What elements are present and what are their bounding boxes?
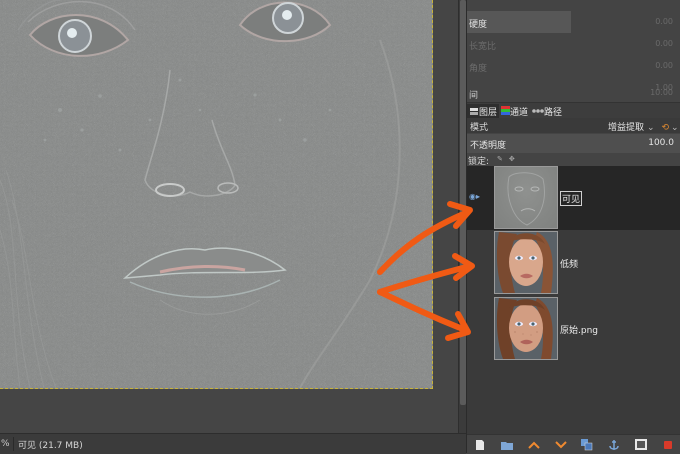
layers-toolbar (467, 434, 680, 454)
layer-row-low-frequency[interactable]: 低频 (467, 231, 680, 295)
new-layer-group-button[interactable] (499, 438, 515, 452)
layer-name[interactable]: 低频 (560, 257, 578, 270)
mode-switch-icon[interactable]: ⟲ (661, 123, 669, 133)
high-pass-thumbnail-image (507, 172, 545, 226)
opacity-label: 不透明度 (470, 141, 507, 151)
duplicate-layer-icon (581, 438, 593, 450)
layer-thumbnail (494, 231, 558, 294)
layer-mode-dropdown[interactable]: 增益提取 ⌄ ⟲ ⌄ (608, 120, 679, 133)
chevron-down-icon: ⌄ (670, 123, 679, 133)
lock-position-icon[interactable]: ✥ (509, 155, 521, 163)
tab-layers-label: 图层 (479, 107, 498, 118)
canvas-area[interactable] (0, 0, 458, 433)
tab-layers[interactable]: 图层 (467, 103, 500, 119)
tab-paths-label: 路径 (544, 107, 563, 118)
dock-tab-bar: 图层 通道 路径 (467, 102, 680, 119)
brush-option-row[interactable]: 间 10.00 (467, 88, 680, 102)
brush-option-row[interactable]: 角度 0.00 (467, 55, 680, 77)
brush-option-value: 10.00 (650, 88, 673, 97)
status-separator (13, 437, 14, 451)
new-layer-button[interactable] (472, 438, 488, 452)
zoom-percent-fragment[interactable]: % (0, 439, 11, 449)
brush-option-row[interactable]: 0.00 (467, 11, 680, 33)
opacity-slider[interactable]: 不透明度 100.0 (467, 134, 680, 153)
delete-layer-icon (663, 440, 672, 449)
layer-mode-row: 模式 增益提取 ⌄ ⟲ ⌄ (467, 118, 680, 133)
image-canvas[interactable] (0, 0, 433, 389)
layer-name[interactable]: 原始.png (560, 323, 598, 336)
tab-paths[interactable]: 路径 (530, 104, 564, 119)
layer-row-original[interactable]: 原始.png (467, 297, 680, 361)
chevron-down-icon: ⌄ (647, 123, 655, 133)
status-text: 可见 (21.7 MB) (18, 440, 83, 451)
new-layer-icon (476, 439, 485, 450)
raise-layer-button[interactable] (526, 438, 542, 452)
layer-mode-value: 增益提取 (608, 123, 645, 133)
lock-pixels-icon[interactable]: ✎ (497, 155, 509, 163)
layer-mask-icon (634, 439, 647, 450)
brush-option-value: 0.00 (655, 61, 673, 70)
layer-mask-button[interactable] (633, 438, 649, 452)
brush-option-label: 长宽比 (469, 42, 497, 52)
lower-layer-button[interactable] (553, 438, 569, 452)
brush-option-value: 0.00 (655, 17, 673, 26)
portrait-thumbnail-image (495, 232, 557, 293)
high-pass-face-image (0, 0, 432, 388)
brush-option-label: 角度 (469, 64, 488, 74)
right-dock: 硬度 0.00 长宽比 0.00 角度 0.00 1.00 间 10.00 图层 通道 路径 … (466, 0, 680, 454)
opacity-value: 100.0 (648, 138, 674, 148)
mode-label: 模式 (470, 123, 489, 133)
eye-icon[interactable]: ◉▸ (469, 192, 480, 201)
portrait-thumbnail-image (495, 298, 557, 359)
layer-thumbnail (494, 166, 558, 229)
layer-thumbnail (494, 297, 558, 360)
anchor-layer-button[interactable] (606, 438, 622, 452)
layer-row-visible[interactable]: ◉▸ 可见 (467, 166, 680, 230)
tab-channels-label: 通道 (510, 107, 529, 118)
paths-icon (532, 109, 544, 113)
delete-layer-button[interactable] (660, 438, 676, 452)
lock-options: ✎✥ (497, 155, 521, 163)
layer-name[interactable]: 可见 (560, 191, 583, 206)
channels-icon (501, 106, 511, 115)
lower-layer-icon (554, 440, 567, 448)
tab-channels[interactable]: 通道 (499, 104, 530, 119)
layers-list[interactable]: ◉▸ 可见 低频 原始.png (467, 166, 680, 434)
lock-row: 锁定: ✎✥ (467, 153, 680, 167)
duplicate-layer-button[interactable] (579, 438, 595, 452)
brush-option-row[interactable]: 长宽比 0.00 (467, 33, 680, 55)
anchor-layer-icon (609, 439, 619, 450)
brush-option-value: 0.00 (655, 39, 673, 48)
raise-layer-icon (528, 441, 540, 449)
new-layer-group-icon (501, 441, 514, 450)
status-bar: % 可见 (21.7 MB) (0, 433, 466, 454)
brush-option-label: 间 (469, 91, 479, 101)
layers-icon (470, 107, 478, 115)
